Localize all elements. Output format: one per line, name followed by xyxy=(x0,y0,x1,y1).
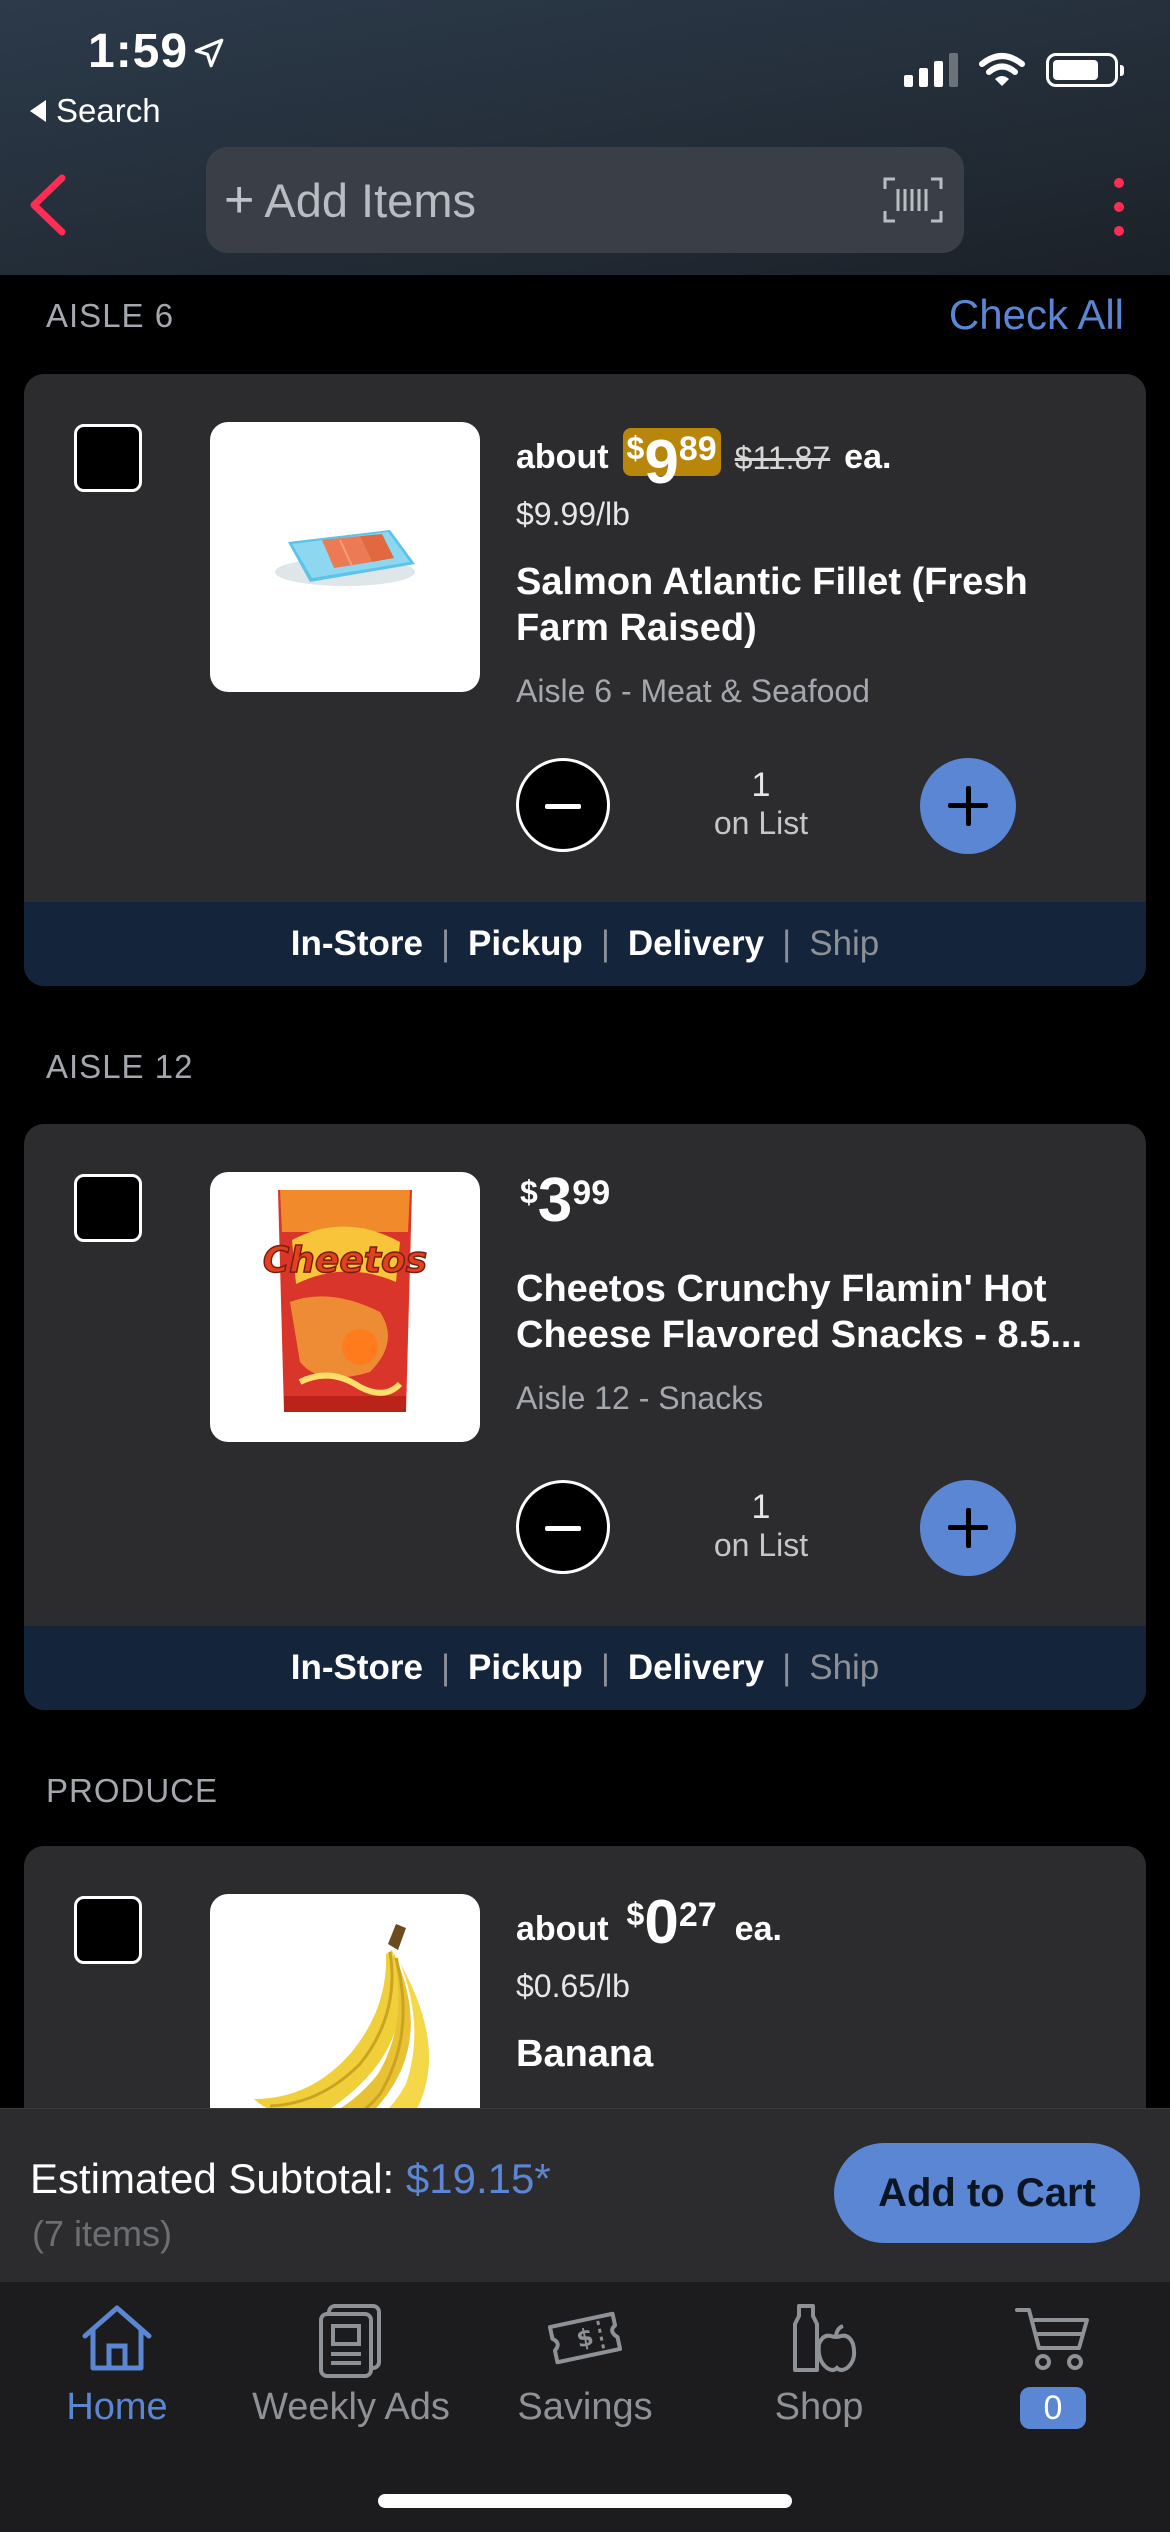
estimated-subtotal: Estimated Subtotal: $19.15* xyxy=(30,2155,551,2202)
decrease-quantity-button[interactable] xyxy=(516,758,610,852)
fulfill-ship[interactable]: Ship xyxy=(809,924,879,964)
top-header: 1:59 Search + Add Items xyxy=(0,0,1170,275)
check-all-button[interactable]: Check All xyxy=(949,291,1124,339)
shop-grocery-icon xyxy=(793,2304,857,2372)
fulfillment-options: In-Store | Pickup | Delivery | Ship xyxy=(24,902,1146,986)
tab-home-label: Home xyxy=(66,2386,168,2428)
wifi-icon xyxy=(979,53,1025,86)
list-item-cheetos: Cheetos $3 99 Cheetos Crunchy Flamin' Hot… xyxy=(24,1124,1146,1710)
savings-coupon-icon: $ xyxy=(547,2311,623,2365)
svg-text:$: $ xyxy=(574,2323,596,2354)
fulfill-instore[interactable]: In-Store xyxy=(291,1648,423,1688)
add-items-placeholder: Add Items xyxy=(264,173,476,227)
more-options-icon[interactable] xyxy=(1114,178,1128,236)
cart-count-badge: 0 xyxy=(1020,2387,1086,2429)
salmon-image-icon xyxy=(275,530,415,586)
price: $3 99 xyxy=(520,1166,611,1235)
cheetos-product-image[interactable]: Cheetos xyxy=(210,1172,480,1442)
cellular-signal-icon xyxy=(904,53,958,87)
section-label-aisle-12: AISLE 12 xyxy=(46,1048,194,1085)
increase-quantity-button[interactable] xyxy=(920,1480,1016,1576)
subtotal-amount: $19.15* xyxy=(405,2155,551,2202)
decrease-quantity-button[interactable] xyxy=(516,1480,610,1574)
unit-price: $9.99/lb xyxy=(516,496,630,532)
back-triangle-icon xyxy=(30,100,46,122)
cheetos-bag-image-icon: Cheetos xyxy=(262,1190,428,1412)
unit-price: $0.65/lb xyxy=(516,1968,630,2004)
item-checkbox[interactable] xyxy=(74,1174,142,1242)
tab-savings[interactable]: $ Savings xyxy=(468,2298,702,2429)
price-about-label: about xyxy=(516,438,609,476)
product-name[interactable]: Cheetos Crunchy Flamin' Hot Cheese Flavo… xyxy=(516,1266,1116,1358)
tab-weekly-ads-label: Weekly Ads xyxy=(252,2386,450,2428)
tab-weekly-ads[interactable]: Weekly Ads xyxy=(234,2298,468,2429)
plus-icon: + xyxy=(224,171,255,229)
home-indicator[interactable] xyxy=(378,2494,792,2508)
product-name[interactable]: Banana xyxy=(516,2031,1116,2077)
each-label: ea. xyxy=(844,438,892,476)
list-item-salmon: about $9 89 $11.87 ea. $9.99/lb Salmon At… xyxy=(24,374,1146,986)
item-checkbox[interactable] xyxy=(74,424,142,492)
location-arrow-icon xyxy=(194,38,224,68)
fulfill-delivery[interactable]: Delivery xyxy=(628,1648,764,1688)
quantity-stepper: 1 on List xyxy=(516,1480,1016,1580)
battery-icon xyxy=(1046,53,1124,87)
fulfill-delivery[interactable]: Delivery xyxy=(628,924,764,964)
back-to-search-link[interactable]: Search xyxy=(30,92,161,130)
tab-cart[interactable]: 0 xyxy=(936,2298,1170,2429)
status-time: 1:59 xyxy=(88,25,189,78)
svg-text:Cheetos: Cheetos xyxy=(263,1240,427,1281)
quantity-display: 1 on List xyxy=(713,766,809,841)
quantity-display: 1 on List xyxy=(713,1488,809,1563)
price: $0 27 xyxy=(626,1888,717,1957)
fulfill-pickup[interactable]: Pickup xyxy=(468,1648,583,1688)
shopping-cart-icon xyxy=(1015,2308,1089,2370)
product-name[interactable]: Salmon Atlantic Fillet (Fresh Farm Raise… xyxy=(516,559,1116,651)
back-to-search-label: Search xyxy=(56,92,161,129)
tab-savings-label: Savings xyxy=(517,2386,653,2428)
fulfill-pickup[interactable]: Pickup xyxy=(468,924,583,964)
price-about-label: about xyxy=(516,1910,609,1948)
barcode-scanner-icon[interactable] xyxy=(882,175,944,225)
tab-shop[interactable]: Shop xyxy=(702,2298,936,2429)
each-label: ea. xyxy=(734,1910,782,1948)
quantity-stepper: 1 on List xyxy=(516,758,1016,858)
sale-price: $9 89 xyxy=(622,428,721,494)
fulfill-ship[interactable]: Ship xyxy=(809,1648,879,1688)
section-label-aisle-6: AISLE 6 xyxy=(46,297,175,334)
subtotal-item-count: (7 items) xyxy=(32,2213,173,2254)
fulfillment-options: In-Store | Pickup | Delivery | Ship xyxy=(24,1626,1146,1710)
item-checkbox[interactable] xyxy=(74,1896,142,1964)
add-to-cart-button[interactable]: Add to Cart xyxy=(834,2143,1140,2243)
add-items-search-input[interactable]: + Add Items xyxy=(206,147,964,253)
weekly-ads-icon xyxy=(319,2304,381,2378)
product-aisle: Aisle 6 - Meat & Seafood xyxy=(516,673,870,709)
fulfill-instore[interactable]: In-Store xyxy=(291,924,423,964)
salmon-product-image[interactable] xyxy=(210,422,480,692)
bottom-tab-bar: Home Weekly Ads $ Savings Shop 0 xyxy=(0,2282,1170,2532)
increase-quantity-button[interactable] xyxy=(920,758,1016,854)
section-label-produce: PRODUCE xyxy=(46,1772,219,1809)
original-price: $11.87 xyxy=(734,440,831,476)
product-aisle: Aisle 12 - Snacks xyxy=(516,1380,764,1416)
tab-home[interactable]: Home xyxy=(0,2298,234,2429)
subtotal-bar: Estimated Subtotal: $19.15* (7 items) Ad… xyxy=(0,2108,1170,2282)
status-indicators xyxy=(904,52,1124,88)
back-chevron-icon[interactable] xyxy=(20,170,80,240)
home-icon xyxy=(82,2305,152,2371)
tab-shop-label: Shop xyxy=(774,2386,864,2428)
